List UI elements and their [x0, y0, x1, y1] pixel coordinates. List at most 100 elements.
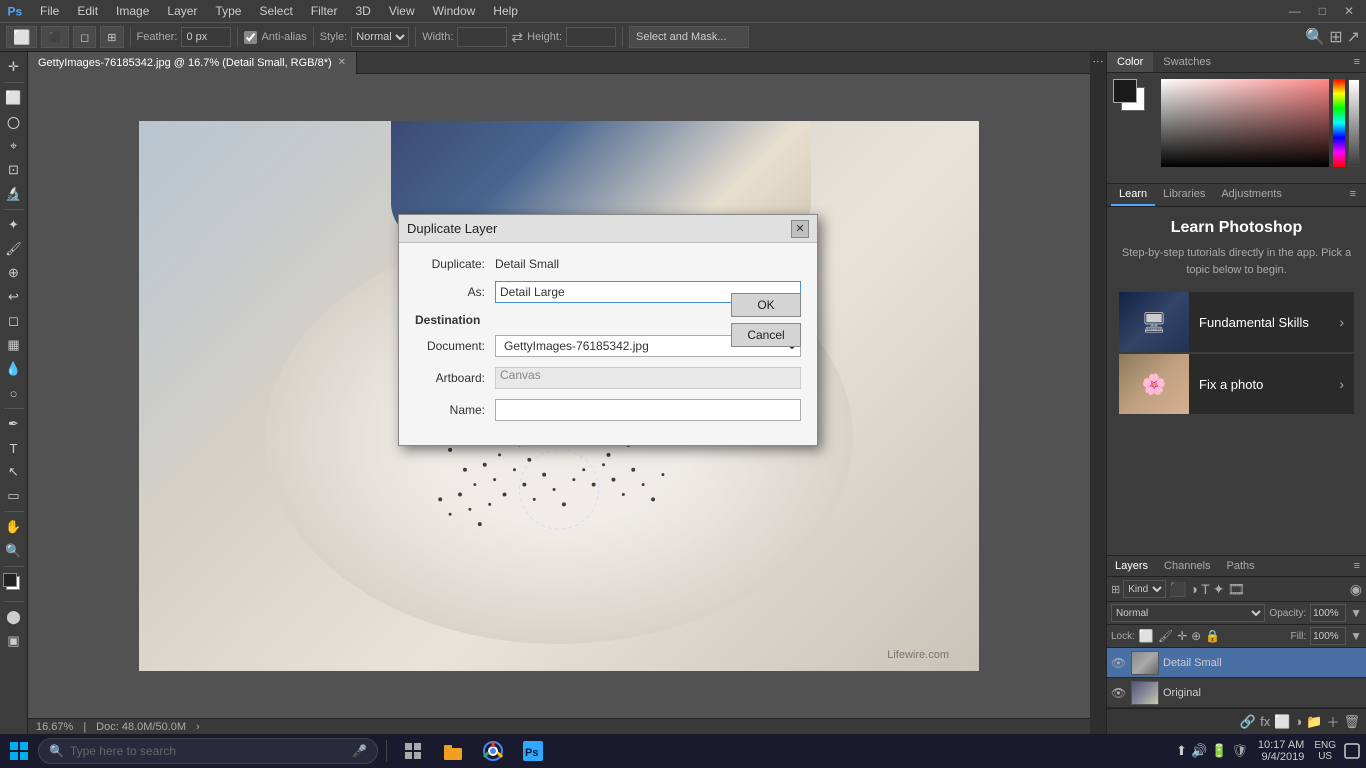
quick-mask-icon[interactable]: ⬤ — [3, 606, 25, 628]
eraser-tool[interactable]: ◻ — [3, 310, 25, 332]
gradient-tool[interactable]: ▦ — [3, 334, 25, 356]
language-indicator[interactable]: ENG US — [1314, 740, 1336, 762]
battery-icon[interactable]: 🔋 — [1211, 743, 1227, 759]
layer-mask-icon[interactable]: ⬜ — [1274, 714, 1290, 730]
adjustment-layer-icon[interactable]: ◑ — [1294, 714, 1302, 729]
new-layer-icon[interactable]: ＋ — [1326, 712, 1339, 731]
delete-layer-icon[interactable]: 🗑 — [1343, 714, 1360, 730]
tool-mode-b[interactable]: ◻ — [73, 26, 96, 48]
network-icon[interactable]: ⬆ — [1176, 743, 1187, 759]
workspace-icon[interactable]: ⊞ — [1329, 27, 1342, 47]
layer-row-detail-small[interactable]: 👁 Detail Small — [1107, 648, 1366, 678]
dialog-close-button[interactable]: ✕ — [791, 220, 809, 238]
volume-icon[interactable]: 🔊 — [1191, 743, 1207, 759]
color-spectrum[interactable] — [1161, 79, 1329, 177]
tab-close-button[interactable]: ✕ — [338, 57, 346, 68]
path-select-tool[interactable]: ↖ — [3, 461, 25, 483]
blend-mode-select[interactable]: Normal — [1111, 604, 1265, 622]
lock-transparent-icon[interactable]: ⬜ — [1139, 629, 1154, 643]
layer-kind-select[interactable]: Kind — [1123, 580, 1166, 598]
fill-input[interactable] — [1310, 627, 1346, 645]
fill-arrow[interactable]: ▼ — [1350, 629, 1362, 643]
taskbar-app-file-explorer[interactable] — [435, 736, 471, 766]
blur-tool[interactable]: 💧 — [3, 358, 25, 380]
filter-shape-icon[interactable]: ✦ — [1213, 581, 1225, 598]
lock-image-icon[interactable]: 🖌 — [1158, 629, 1173, 643]
window-minimize[interactable]: — — [1281, 2, 1309, 20]
filter-adj-icon[interactable]: ◑ — [1190, 581, 1198, 597]
opacity-arrow[interactable]: ▼ — [1350, 606, 1362, 620]
clock-display[interactable]: 10:17 AM 9/4/2019 — [1258, 739, 1304, 763]
marquee-tool[interactable]: ⬜ — [3, 87, 25, 109]
taskbar-app-photoshop[interactable]: Ps — [515, 736, 551, 766]
name-input[interactable] — [495, 399, 801, 421]
expand-icon[interactable]: › — [196, 721, 200, 733]
healing-brush-tool[interactable]: ✦ — [3, 214, 25, 236]
feather-input[interactable] — [181, 27, 231, 47]
alpha-slider[interactable] — [1348, 79, 1360, 167]
search-bar[interactable]: 🔍 Type here to search 🎤 — [38, 738, 378, 764]
color-panel-menu[interactable]: ≡ — [1348, 52, 1366, 72]
menu-edit[interactable]: Edit — [69, 2, 106, 20]
layer-effects-icon[interactable]: fx — [1260, 714, 1270, 729]
windows-button[interactable] — [4, 736, 34, 766]
menu-layer[interactable]: Layer — [159, 2, 205, 20]
filter-toggle[interactable]: ◉ — [1350, 581, 1362, 598]
filter-type-icon[interactable]: T — [1201, 581, 1210, 597]
microphone-icon[interactable]: 🎤 — [352, 744, 367, 758]
hand-tool[interactable]: ✋ — [3, 516, 25, 538]
eyedropper-tool[interactable]: 🔬 — [3, 183, 25, 205]
menu-select[interactable]: Select — [251, 2, 300, 20]
tab-libraries[interactable]: Libraries — [1155, 184, 1213, 206]
move-tool[interactable]: ✛ — [3, 56, 25, 78]
zoom-tool[interactable]: 🔍 — [3, 540, 25, 562]
lock-artboard-icon[interactable]: ⊕ — [1191, 629, 1201, 643]
link-layers-icon[interactable]: 🔗 — [1240, 714, 1256, 730]
document-tab[interactable]: GettyImages-76185342.jpg @ 16.7% (Detail… — [28, 52, 357, 74]
tool-mode-a[interactable]: ⬛ — [41, 26, 69, 48]
window-maximize[interactable]: □ — [1311, 2, 1334, 20]
tool-rect-marquee[interactable]: ⬜ — [6, 26, 37, 48]
tool-mode-c[interactable]: ⊞ — [100, 26, 123, 48]
menu-view[interactable]: View — [381, 2, 423, 20]
menu-filter[interactable]: Filter — [303, 2, 346, 20]
layer-visibility-icon-1[interactable]: 👁 — [1111, 656, 1127, 670]
antivirus-icon[interactable]: 🛡 — [1231, 743, 1248, 759]
quick-select-tool[interactable]: ⌖ — [3, 135, 25, 157]
learn-card-fixphoto[interactable]: 🌸 Fix a photo › — [1119, 354, 1354, 414]
search-icon[interactable]: 🔍 — [1305, 27, 1325, 47]
ok-button[interactable]: OK — [731, 293, 801, 317]
notification-button[interactable] — [1342, 741, 1362, 761]
shape-tool[interactable]: ▭ — [3, 485, 25, 507]
share-icon[interactable]: ↗ — [1347, 27, 1360, 47]
layers-panel-menu[interactable]: ≡ — [1348, 556, 1366, 576]
menu-window[interactable]: Window — [425, 2, 484, 20]
group-layers-icon[interactable]: 📁 — [1306, 714, 1322, 730]
hue-slider[interactable] — [1333, 79, 1345, 167]
swap-icon[interactable]: ⇄ — [511, 29, 523, 46]
menu-help[interactable]: Help — [485, 2, 526, 20]
window-close[interactable]: ✕ — [1336, 2, 1362, 20]
screen-mode-icon[interactable]: ▣ — [3, 630, 25, 652]
lasso-tool[interactable]: 〇 — [3, 111, 25, 133]
menu-type[interactable]: Type — [207, 2, 249, 20]
history-brush-tool[interactable]: ↩ — [3, 286, 25, 308]
lock-all-icon[interactable]: 🔒 — [1205, 629, 1220, 643]
height-input[interactable] — [566, 27, 616, 47]
color-fg-bg[interactable] — [1113, 79, 1153, 119]
learn-card-fundamental[interactable]: 🖥 Fundamental Skills › — [1119, 292, 1354, 352]
filter-pixel-icon[interactable]: ⬛ — [1169, 581, 1186, 598]
color-swatch[interactable] — [3, 573, 25, 595]
taskbar-app-explorer-btn[interactable] — [395, 736, 431, 766]
tab-adjustments[interactable]: Adjustments — [1213, 184, 1290, 206]
cancel-button[interactable]: Cancel — [731, 323, 801, 347]
menu-image[interactable]: Image — [108, 2, 157, 20]
antialias-checkbox[interactable] — [244, 31, 257, 44]
lock-position-icon[interactable]: ✛ — [1177, 629, 1187, 643]
style-select[interactable]: Normal — [351, 27, 409, 47]
learn-panel-menu[interactable]: ≡ — [1344, 184, 1362, 206]
stamp-tool[interactable]: ⊕ — [3, 262, 25, 284]
select-mask-button[interactable]: Select and Mask... — [629, 26, 749, 48]
tab-color[interactable]: Color — [1107, 52, 1153, 72]
opacity-input[interactable] — [1310, 604, 1346, 622]
